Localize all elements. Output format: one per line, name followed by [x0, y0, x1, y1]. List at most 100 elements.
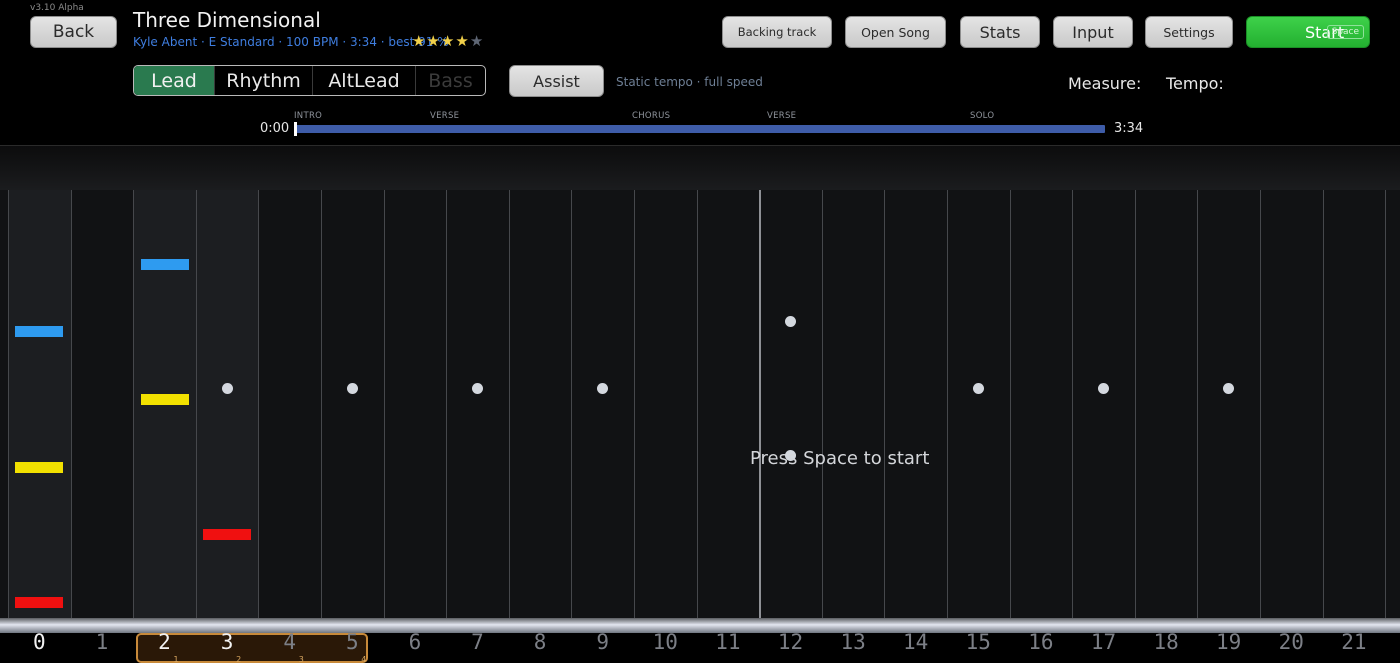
fret-number: 13: [840, 630, 866, 654]
note-gem: [140, 393, 189, 405]
tab-rhythm[interactable]: Rhythm: [215, 66, 313, 95]
fret-wire: [1260, 190, 1261, 618]
input-button[interactable]: Input: [1053, 16, 1133, 48]
fret-number: 11: [715, 630, 741, 654]
song-meta: Kyle Abent · E Standard · 100 BPM · 3:34…: [133, 35, 449, 49]
fret-wire: [696, 190, 698, 618]
fret-inlay-dot: [972, 382, 984, 394]
tab-bass: Bass: [428, 69, 473, 92]
note-gem: [15, 461, 64, 473]
fret-wire: [759, 190, 762, 618]
tab-altlead[interactable]: AltLead: [313, 66, 416, 95]
stats-button[interactable]: Stats: [960, 16, 1040, 48]
fret-wire: [1134, 190, 1136, 618]
fret-wire: [508, 190, 510, 618]
settings-button[interactable]: Settings: [1145, 16, 1233, 48]
fret-inlay-dot: [221, 382, 233, 394]
active-fret-lane: [195, 190, 259, 618]
measure-readout: Measure:: [1068, 74, 1142, 93]
song-title: Three Dimensional: [133, 8, 321, 32]
fret-inlay-dot: [597, 382, 609, 394]
fret-inlay-dot: [1223, 382, 1235, 394]
fret-number: 9: [596, 630, 610, 654]
fret-wire: [195, 190, 197, 618]
version-label: v3.10 Alpha: [30, 3, 84, 13]
star-filled-icon: ★: [455, 32, 470, 50]
fret-number: 10: [652, 630, 678, 654]
active-fret-lane: [8, 190, 71, 618]
highway-horizon: [0, 146, 1400, 190]
fret-wire: [8, 190, 9, 618]
fret-wire: [571, 190, 573, 618]
star-empty-icon: ★: [469, 32, 485, 50]
note-gem: [203, 529, 252, 541]
fret-wire: [634, 190, 635, 618]
fret-number: 16: [1028, 630, 1054, 654]
finger-number: 3: [298, 655, 304, 663]
section-label-verse-1: VERSE: [430, 111, 460, 121]
note-gem: [140, 258, 189, 270]
song-progress-bar[interactable]: [296, 125, 1105, 133]
start-shortcut-hint: Space: [1326, 25, 1364, 39]
fret-number: 2: [158, 630, 171, 654]
fret-number: 6: [408, 630, 422, 654]
start-button[interactable]: Start Space: [1246, 16, 1370, 48]
fret-wire: [1385, 190, 1387, 618]
fret-number: 21: [1341, 630, 1367, 654]
fret-wire: [884, 190, 886, 618]
fret-number: 7: [471, 630, 484, 654]
finger-number: 2: [236, 655, 242, 663]
fret-inlay-dot: [346, 382, 358, 394]
rating-stars: ★★★★★: [412, 32, 484, 50]
note-gem: [15, 326, 64, 338]
time-elapsed: 0:00: [260, 121, 290, 136]
fret-wire: [258, 190, 260, 618]
open-song-button[interactable]: Open Song: [845, 16, 946, 48]
backing-track-button[interactable]: Backing track: [722, 16, 832, 48]
finger-number: 4: [361, 655, 367, 663]
tab-lead[interactable]: Lead: [134, 66, 215, 95]
fret-number: 17: [1090, 630, 1117, 654]
fret-number: 1: [95, 630, 109, 654]
fret-wire: [947, 190, 948, 618]
fret-number: 5: [345, 630, 359, 654]
fret-number: 20: [1278, 630, 1304, 654]
fret-number: 12: [777, 630, 804, 654]
fret-wire: [1197, 190, 1199, 618]
fret-wire: [321, 190, 322, 618]
fret-number: 4: [283, 630, 297, 654]
fret-number: 8: [533, 630, 547, 654]
fret-wire: [446, 190, 448, 618]
back-button[interactable]: Back: [30, 16, 117, 48]
fret-inlay-dot: [472, 382, 483, 394]
game-screen: v3.10 Alpha Back Three Dimensional Kyle …: [0, 0, 1400, 663]
fret-number: 15: [965, 630, 991, 654]
star-filled-icon: ★: [412, 32, 427, 50]
fret-wire: [383, 190, 385, 618]
fret-wire: [1072, 190, 1074, 618]
star-filled-icon: ★: [426, 32, 441, 50]
fret-number-row: 0 1 2 3 4 5 6 7 8 9 10 11 12 13 14 15 16 17 18 19 20 21: [0, 630, 1400, 663]
star-filled-icon: ★: [440, 32, 456, 50]
arrangement-tabs: Lead Rhythm AltLead Bass: [133, 65, 486, 96]
finger-number: 1: [173, 655, 179, 663]
section-label-solo: SOLO: [970, 111, 995, 121]
note-gem: [15, 597, 64, 608]
fret-number: 3: [220, 630, 234, 654]
fret-wire: [821, 190, 823, 618]
assist-button[interactable]: Assist: [509, 65, 604, 97]
fret-wire: [70, 190, 72, 618]
time-total: 3:34: [1114, 121, 1144, 136]
fret-wire: [1322, 190, 1324, 618]
tempo-status: Static tempo · full speed: [616, 75, 763, 89]
section-label-verse-2: VERSE: [767, 111, 797, 121]
tempo-readout: Tempo:: [1166, 74, 1224, 93]
fret-wire: [1009, 190, 1011, 618]
fret-number: 19: [1216, 630, 1242, 654]
playhead[interactable]: [294, 122, 297, 136]
section-label-intro: INTRO: [294, 111, 323, 121]
start-prompt: Press Space to start: [750, 448, 930, 469]
fret-number: 18: [1153, 630, 1179, 654]
fret-inlay-dot: [785, 315, 796, 327]
section-label-chorus: CHORUS: [632, 111, 671, 121]
